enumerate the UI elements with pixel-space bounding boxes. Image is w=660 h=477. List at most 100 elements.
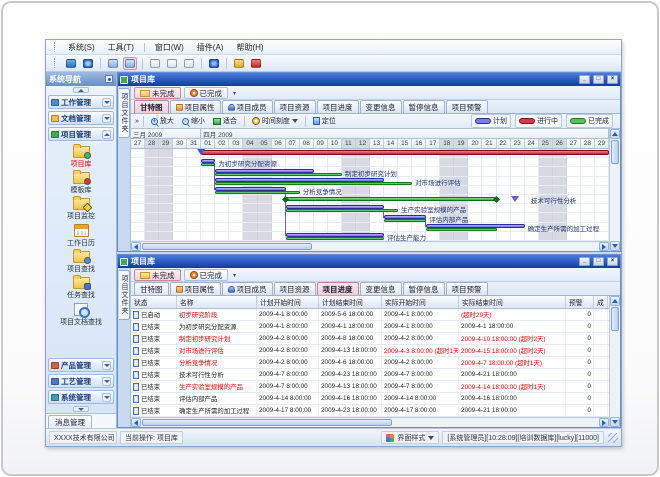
minimize-button[interactable]: _ (579, 257, 590, 266)
tab-项目进度[interactable]: 项目进度 (317, 100, 359, 113)
tab-项目成员[interactable]: 项目成员 (222, 282, 273, 295)
folder-open-icon[interactable] (123, 57, 137, 70)
column-header-实际结束时间[interactable]: 实际结束时间 (459, 296, 566, 308)
column-header-状态[interactable]: 状态 (131, 296, 177, 308)
column-header-计划结束时间[interactable]: 计划结束时间 (319, 296, 382, 308)
table-row[interactable]: 已结束制定初步研究计划2009-4-2 8:00:002009-4-8 18:0… (131, 333, 609, 345)
tab-项目成员[interactable]: 项目成员 (222, 100, 273, 113)
tab-message-management[interactable]: 消息管理 (48, 415, 92, 428)
scroll-right-button[interactable] (599, 418, 609, 427)
table-row[interactable]: 已结束技术可行性分析2009-4-7 8:00:002009-4-23 18:0… (131, 369, 609, 381)
tab-变更信息[interactable]: 变更信息 (360, 100, 402, 113)
sidebar-collapse-bottom[interactable] (46, 405, 116, 413)
column-header-实际开始时间[interactable]: 实际开始时间 (382, 296, 459, 308)
table-vscrollbar[interactable] (609, 296, 620, 427)
minimize-button[interactable]: _ (579, 75, 590, 84)
gantt-bar-初步研究阶段[interactable] (201, 150, 609, 155)
scroll-thumb[interactable] (611, 307, 619, 331)
tab-项目资源[interactable]: 项目资源 (274, 100, 316, 113)
tab-甘特图[interactable]: 甘特图 (134, 100, 169, 113)
tool-放大[interactable]: +放大 (148, 115, 177, 127)
nav-item-项目监控[interactable]: 项目监控 (67, 198, 95, 221)
filter-overflow-button[interactable]: ▾ (233, 90, 236, 97)
menu-item[interactable]: 工具(T) (102, 41, 140, 54)
scroll-thumb[interactable] (611, 140, 619, 164)
tab-项目进度[interactable]: 项目进度 (317, 282, 359, 295)
nav-item-项目文档查找[interactable]: 项目文档查找 (60, 303, 102, 327)
mail-window-icon[interactable] (148, 57, 162, 70)
scroll-right-button[interactable] (599, 242, 609, 251)
chevron-button[interactable] (102, 377, 111, 386)
scroll-left-button[interactable] (131, 418, 141, 427)
scroll-up-button[interactable] (610, 296, 620, 306)
gantt-bar-制定初步研究计划[interactable] (215, 169, 313, 173)
tab-项目预警[interactable]: 项目预警 (446, 282, 488, 295)
nav-item-项目查找[interactable]: 项目查找 (67, 251, 95, 274)
tab-甘特图[interactable]: 甘特图 (134, 282, 169, 295)
nav-group-header[interactable]: 项目管理 (48, 127, 114, 141)
table-row[interactable]: 已结束为初步研究分配资源2009-4-1 8:00:002009-4-1 18:… (131, 321, 609, 333)
menu-item[interactable]: 系统(S) (62, 41, 101, 54)
globe-icon[interactable] (81, 57, 95, 70)
chevron-button[interactable] (102, 114, 111, 123)
menu-item[interactable]: 帮助(H) (230, 41, 269, 54)
nav-item-工作日历[interactable]: 工作日历 (67, 224, 95, 248)
close-button[interactable]: × (607, 75, 618, 84)
tab-项目属性[interactable]: 项目属性 (170, 100, 221, 113)
tab-project-folder[interactable]: 项目文件夹 (119, 88, 130, 138)
scroll-down-button[interactable] (610, 417, 620, 427)
lock-icon[interactable] (232, 57, 246, 70)
tab-变更信息[interactable]: 变更信息 (360, 282, 402, 295)
tab-暂停信息[interactable]: 暂停信息 (403, 100, 445, 113)
tool-定位[interactable]: 定位 (310, 115, 339, 127)
table-row[interactable]: 已结束生产实验室规模的产品2009-4-7 8:00:002009-4-13 1… (131, 381, 609, 393)
stop-icon[interactable] (249, 57, 263, 70)
monitor-icon[interactable] (64, 57, 78, 70)
gantt-bar-技术可行性分析[interactable] (286, 197, 497, 201)
column-header-成[interactable]: 成 (594, 296, 608, 308)
mail-refresh-icon[interactable] (165, 57, 179, 70)
scroll-left-button[interactable] (131, 242, 141, 251)
tab-项目预警[interactable]: 项目预警 (446, 100, 488, 113)
tab-暂停信息[interactable]: 暂停信息 (403, 282, 445, 295)
menu-item[interactable]: 插件(A) (191, 41, 230, 54)
scroll-thumb[interactable] (142, 419, 392, 426)
table-row[interactable]: 已结束对市场进行评估2009-4-2 8:00:002009-4-13 18:0… (131, 345, 609, 357)
nav-item-项目库[interactable]: 项目库 (71, 146, 92, 169)
help-icon[interactable] (207, 57, 221, 70)
pin-icon[interactable] (105, 75, 113, 83)
column-header-预警[interactable]: 预警 (566, 296, 594, 308)
nav-group-header[interactable]: 工作管理 (48, 95, 114, 109)
mail-alert-icon[interactable] (182, 57, 196, 70)
folder-icon[interactable] (106, 57, 120, 70)
chevron-button[interactable] (102, 361, 111, 370)
nav-group-header[interactable]: 工艺管理 (48, 374, 114, 388)
maximize-button[interactable]: □ (593, 257, 604, 266)
table-row[interactable]: 已启动初步研究阶段2009-4-1 8:00:002009-5-6 18:00:… (131, 309, 609, 321)
table-row[interactable]: 已结束评估内部产品2009-4-14 8:00:002009-4-16 18:0… (131, 393, 609, 405)
nav-item-任务查找[interactable]: 任务查找 (67, 277, 95, 300)
table-row[interactable]: 已结束确定生产所需的加工过程2009-4-17 8:00:002009-4-23… (131, 405, 609, 417)
gantt-vscrollbar[interactable] (609, 129, 620, 251)
menu-item[interactable]: 窗口(W) (149, 41, 190, 54)
column-header-名称[interactable]: 名称 (177, 296, 257, 308)
filter-tab-未完成[interactable]: 未完成 (134, 87, 181, 99)
tab-项目资源[interactable]: 项目资源 (274, 282, 316, 295)
toolbar-overflow[interactable]: » (135, 118, 139, 125)
chevron-button[interactable] (102, 98, 111, 107)
filter-tab-已完成[interactable]: 已完成 (184, 87, 229, 99)
ui-style-button[interactable]: 界面样式 (381, 431, 439, 444)
tool-适合[interactable]: 适合 (210, 115, 240, 127)
nav-group-header[interactable]: 系统管理 (48, 390, 114, 404)
gantt-hscrollbar[interactable] (131, 241, 609, 251)
filter-tab-已完成[interactable]: 已完成 (184, 269, 229, 281)
nav-group-header[interactable]: 文档管理 (48, 111, 114, 125)
nav-item-模板库[interactable]: 模板库 (71, 172, 92, 195)
column-header-计划开始时间[interactable]: 计划开始时间 (257, 296, 319, 308)
filter-overflow-button[interactable]: ▾ (233, 272, 236, 279)
nav-group-header[interactable]: 产品管理 (48, 358, 114, 372)
tab-项目属性[interactable]: 项目属性 (170, 282, 221, 295)
resize-grip[interactable] (608, 433, 618, 443)
scroll-thumb[interactable] (142, 243, 312, 250)
sidebar-collapse-top[interactable] (46, 86, 116, 94)
